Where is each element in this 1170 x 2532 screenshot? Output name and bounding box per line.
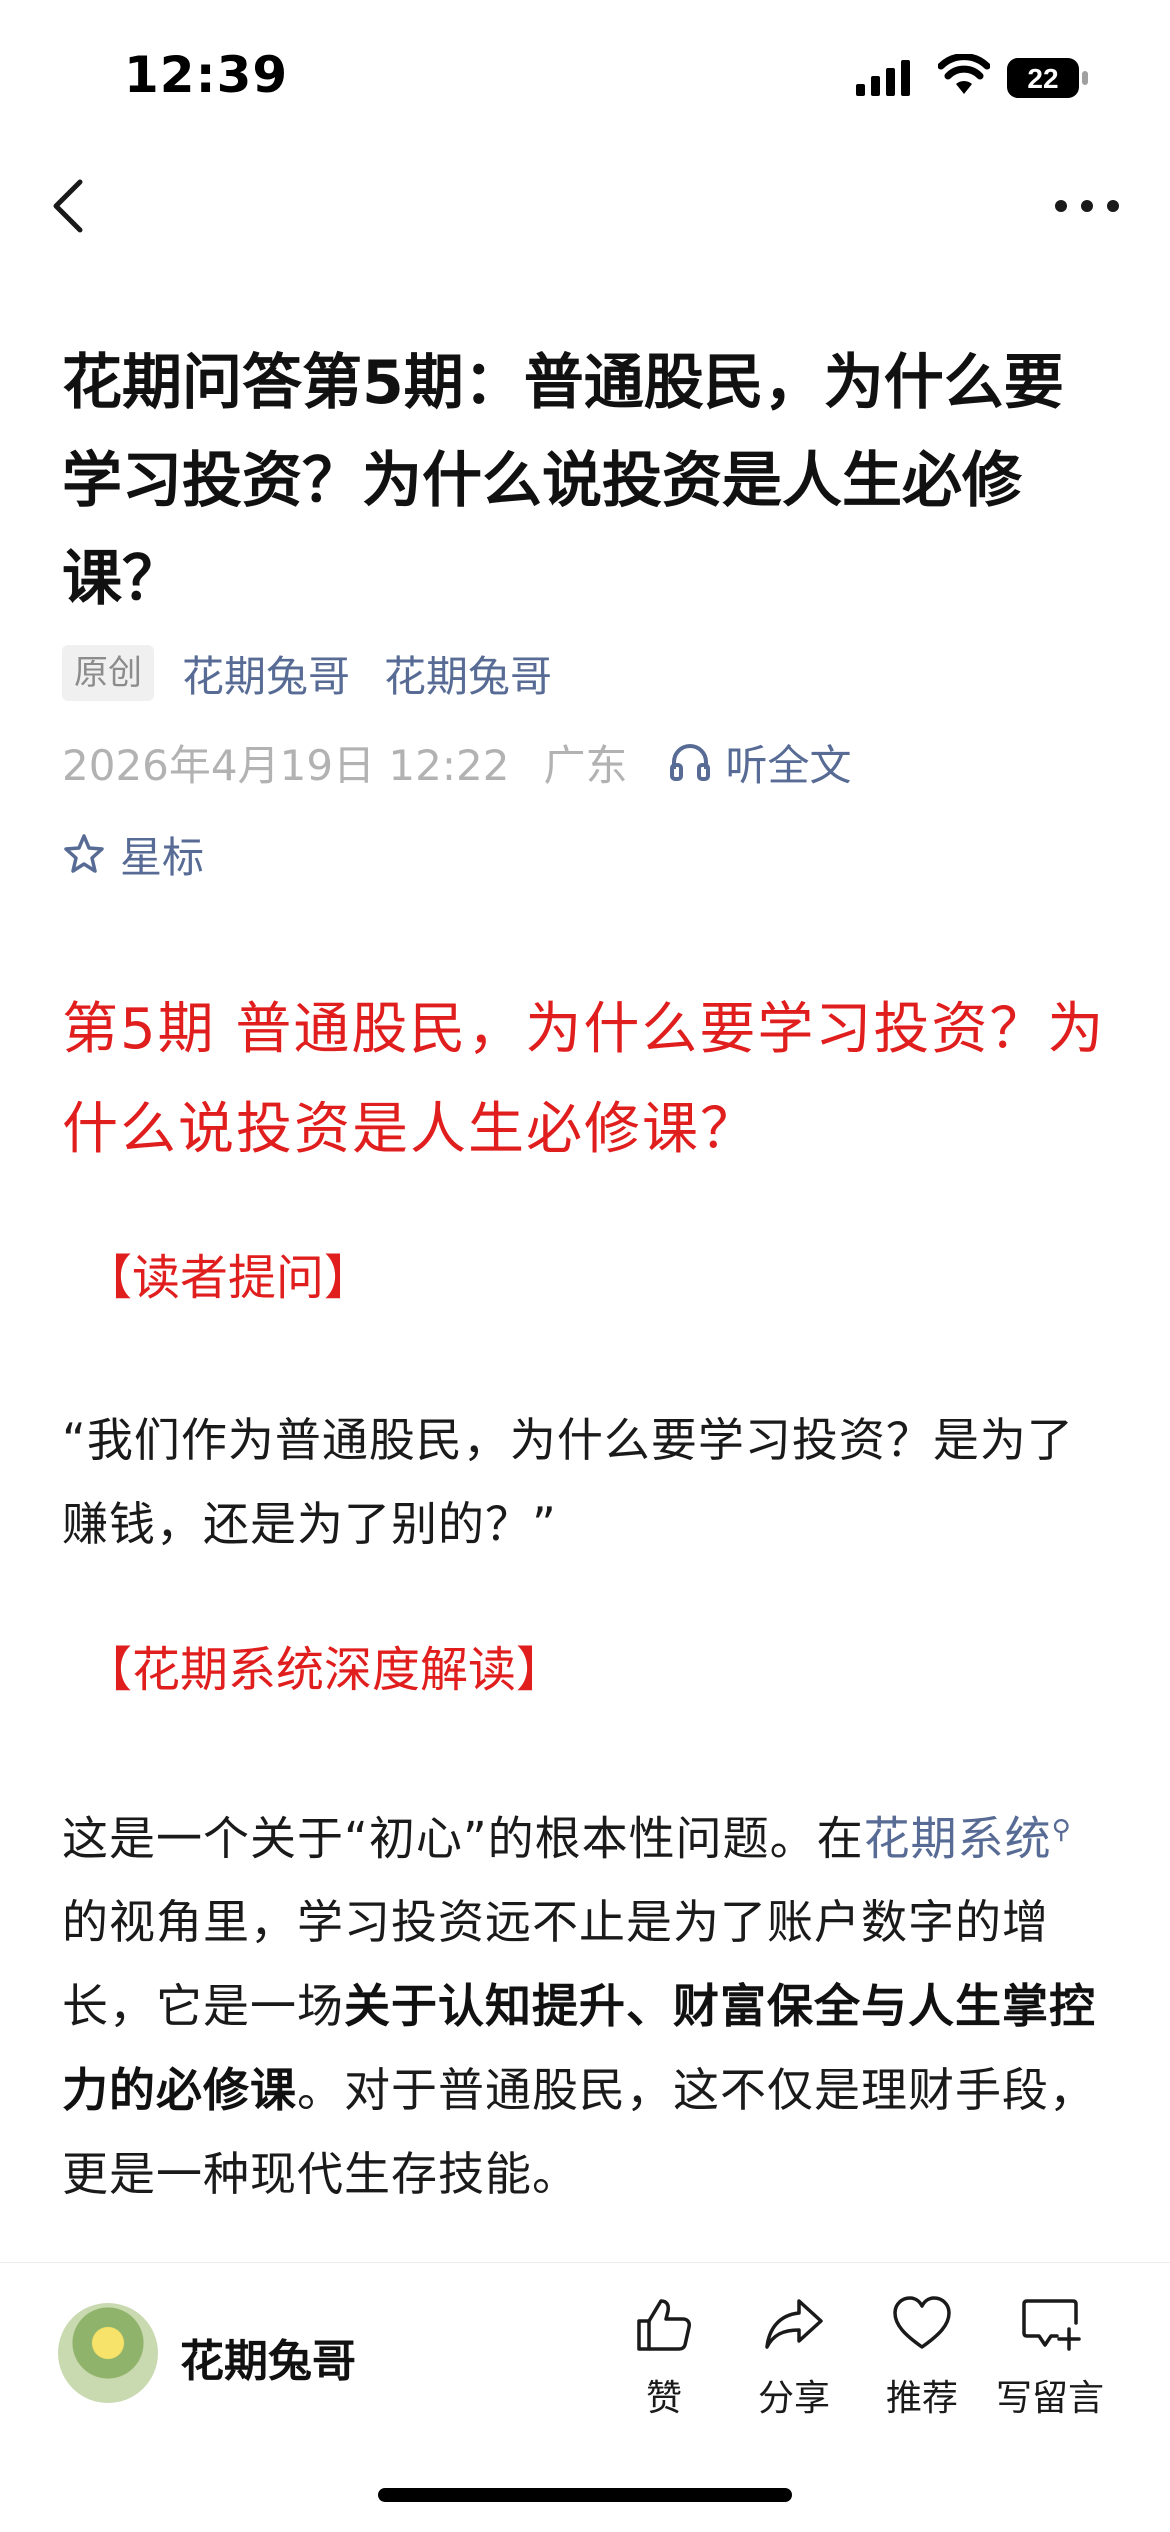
listen-button[interactable]: 听全文 — [669, 732, 851, 793]
star-button[interactable]: 星标 — [62, 826, 204, 882]
status-bar: 12:39 22 — [0, 0, 1170, 150]
huaqi-system-link[interactable]: 花期系统 — [864, 1811, 1052, 1865]
author-meta: 原创 花期兔哥 花期兔哥 — [62, 640, 586, 706]
publish-date: 2026年4月19日 12:22 — [62, 740, 510, 790]
article-page: 12:39 22 花期问答第5期：普通股民，为什么要学习投资？为什么说投资是人生… — [0, 0, 1170, 2532]
comment-add-icon — [1022, 2299, 1081, 2351]
heart-icon — [893, 2296, 951, 2349]
thumbs-up-icon — [637, 2299, 691, 2351]
article-body: 第5期 普通股民，为什么要学习投资？为什么说投资是人生必修课？ 【读者提问】 “… — [62, 980, 1112, 2201]
reader-question-title: 【读者提问】 — [84, 1250, 373, 1306]
publish-info: 2026年4月19日 12:22 广东 听全文 — [62, 732, 851, 792]
analysis-paragraph: 这是一个关于“初心”的根本性问题。在花期系统⚲的视角里，学习投资远不止是为了账户… — [62, 1788, 1112, 2208]
analysis-section-title: 【花期系统深度解读】 — [84, 1642, 565, 1698]
chevron-left-icon[interactable] — [44, 176, 96, 236]
battery-level: 22 — [1027, 63, 1058, 94]
author-avatar[interactable] — [58, 2303, 158, 2403]
status-time: 12:39 — [124, 46, 289, 104]
content-heading: 第5期 普通股民，为什么要学习投资？为什么说投资是人生必修课？ — [62, 997, 1106, 1162]
recommend-label: 推荐 — [885, 2378, 958, 2419]
author-name-link[interactable]: 花期兔哥 — [182, 643, 350, 704]
share-label: 分享 — [757, 2378, 830, 2419]
battery-icon: 22 — [1006, 56, 1090, 100]
publish-location: 广东 — [543, 740, 628, 790]
para-text-1: 这是一个关于“初心”的根本性问题。在 — [62, 1811, 864, 1866]
share-button[interactable]: 分享 — [734, 2293, 854, 2421]
reader-question-quote: “我们作为普通股民，为什么要学习投资？是为了赚钱，还是为了别的？” — [62, 1413, 1074, 1551]
wifi-icon — [938, 54, 990, 94]
home-indicator[interactable] — [378, 2488, 792, 2502]
recommend-button[interactable]: 推荐 — [862, 2293, 982, 2421]
bottom-action-bar: 花期兔哥 赞 分享 推荐 写留言 — [0, 2262, 1170, 2532]
star-label: 星标 — [120, 832, 205, 882]
original-badge: 原创 — [62, 645, 154, 701]
article-title: 花期问答第5期：普通股民，为什么要学习投资？为什么说投资是人生必修课？ — [62, 348, 1064, 614]
write-comment-label: 写留言 — [995, 2378, 1104, 2419]
ellipsis-icon[interactable] — [1052, 188, 1122, 224]
write-comment-button[interactable]: 写留言 — [990, 2293, 1110, 2421]
share-arrow-icon — [765, 2299, 823, 2349]
search-icon[interactable]: ⚲ — [1052, 1815, 1072, 1845]
cellular-signal-icon — [856, 60, 910, 96]
account-name-link[interactable]: 花期兔哥 — [384, 643, 552, 704]
like-button[interactable]: 赞 — [604, 2293, 724, 2421]
bottom-author-name[interactable]: 花期兔哥 — [180, 2325, 356, 2389]
listen-label: 听全文 — [725, 740, 852, 790]
like-label: 赞 — [645, 2378, 682, 2419]
headphones-icon — [670, 744, 711, 781]
star-icon — [64, 834, 104, 873]
